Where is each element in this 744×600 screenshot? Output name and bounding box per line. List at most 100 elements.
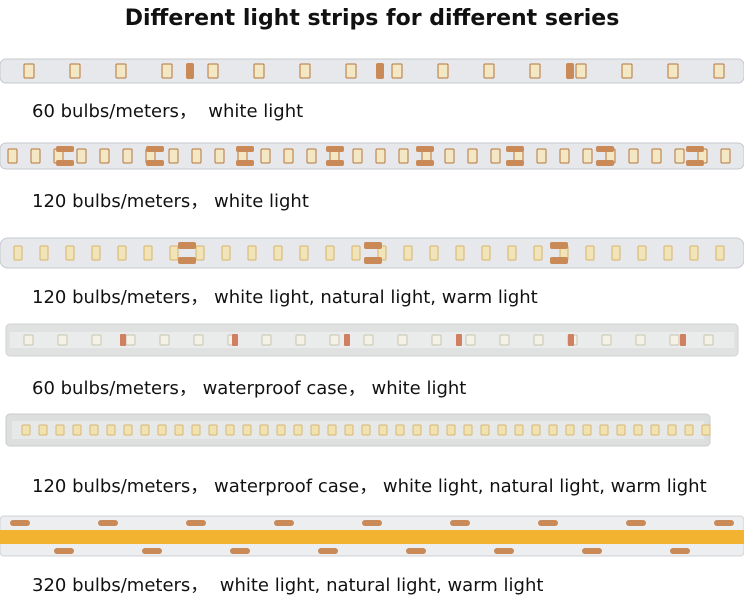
led-chip — [465, 334, 476, 346]
solder-pad — [364, 257, 382, 264]
solder-pad — [596, 160, 614, 166]
led-chip — [23, 63, 35, 79]
led-chip — [191, 148, 202, 164]
solder-pad — [326, 160, 344, 166]
led-chip — [463, 424, 473, 436]
solder-pad — [376, 63, 384, 79]
led-chip — [157, 424, 167, 436]
resistor — [456, 334, 462, 346]
led-chip — [72, 424, 82, 436]
solder-pad — [54, 548, 74, 554]
led-chip — [193, 334, 204, 346]
solder-pad — [230, 548, 250, 554]
led-chip — [89, 424, 99, 436]
led-chip — [123, 424, 133, 436]
led-chip — [208, 424, 218, 436]
solder-pad — [178, 242, 196, 249]
led-chip — [140, 424, 150, 436]
led-chip — [174, 424, 184, 436]
led-chip — [143, 245, 153, 261]
solder-pad — [686, 146, 704, 152]
led-chip — [650, 424, 660, 436]
solder-pad — [506, 146, 524, 152]
led-chip — [295, 334, 306, 346]
led-chip — [122, 148, 133, 164]
led-chip — [398, 148, 409, 164]
strip-120-waterproof-image — [5, 413, 711, 447]
solder-pad — [56, 160, 74, 166]
solder-pad — [550, 257, 568, 264]
led-chip — [57, 334, 68, 346]
solder-pad — [670, 548, 690, 554]
led-chip — [310, 424, 320, 436]
led-chip — [531, 424, 541, 436]
led-chip — [667, 63, 679, 79]
led-chip — [261, 334, 272, 346]
led-chip — [431, 334, 442, 346]
solder-pad — [236, 146, 254, 152]
led-chip — [582, 424, 592, 436]
solder-pad — [318, 548, 338, 554]
strip-60-white-image — [0, 58, 744, 84]
solder-pad — [186, 63, 194, 79]
solder-pad — [186, 520, 206, 526]
caption-strip-320-cob: 320 bulbs/meters， white light, natural l… — [32, 575, 544, 596]
solder-pad — [178, 257, 196, 264]
led-chip — [481, 245, 491, 261]
solder-pad — [98, 520, 118, 526]
strip-120-multi-image — [0, 237, 744, 269]
led-chip — [514, 424, 524, 436]
led-chip — [720, 148, 731, 164]
caption-strip-60-waterproof: 60 bulbs/meters， waterproof case， white … — [32, 378, 467, 399]
led-chip — [467, 148, 478, 164]
led-chip — [344, 424, 354, 436]
caption-strip-120-white: 120 bulbs/meters， white light — [32, 191, 309, 212]
led-chip — [616, 424, 626, 436]
led-chip — [548, 424, 558, 436]
led-chip — [684, 424, 694, 436]
led-chip — [169, 245, 179, 261]
led-chip — [225, 424, 235, 436]
resistor — [120, 334, 126, 346]
led-chip — [507, 245, 517, 261]
led-chip — [91, 334, 102, 346]
led-chip — [575, 63, 587, 79]
led-chip — [125, 334, 136, 346]
led-chip — [715, 245, 725, 261]
led-chip — [253, 63, 265, 79]
led-chip — [397, 334, 408, 346]
solder-pad — [506, 160, 524, 166]
solder-pad — [582, 548, 602, 554]
led-chip — [106, 424, 116, 436]
led-chip — [214, 148, 225, 164]
resistor — [344, 334, 350, 346]
led-chip — [191, 424, 201, 436]
led-chip — [701, 424, 711, 436]
led-chip — [168, 148, 179, 164]
led-chip — [55, 424, 65, 436]
led-chip — [293, 424, 303, 436]
solder-pad — [142, 548, 162, 554]
led-chip — [30, 148, 41, 164]
led-chip — [329, 334, 340, 346]
led-chip — [21, 424, 31, 436]
led-chip — [273, 245, 283, 261]
led-chip — [637, 245, 647, 261]
led-chip — [529, 63, 541, 79]
led-chip — [483, 63, 495, 79]
led-chip — [669, 334, 680, 346]
led-chip — [667, 424, 677, 436]
solder-pad — [146, 146, 164, 152]
led-chip — [455, 245, 465, 261]
led-chip — [412, 424, 422, 436]
led-chip — [703, 334, 714, 346]
page-title: Different light strips for different ser… — [124, 6, 620, 31]
caption-strip-60-white: 60 bulbs/meters， white light — [32, 101, 304, 122]
led-chip — [7, 148, 18, 164]
solder-pad — [550, 242, 568, 249]
led-chip — [689, 245, 699, 261]
led-chip — [345, 63, 357, 79]
solder-pad — [714, 520, 734, 526]
led-chip — [117, 245, 127, 261]
led-chip — [69, 63, 81, 79]
